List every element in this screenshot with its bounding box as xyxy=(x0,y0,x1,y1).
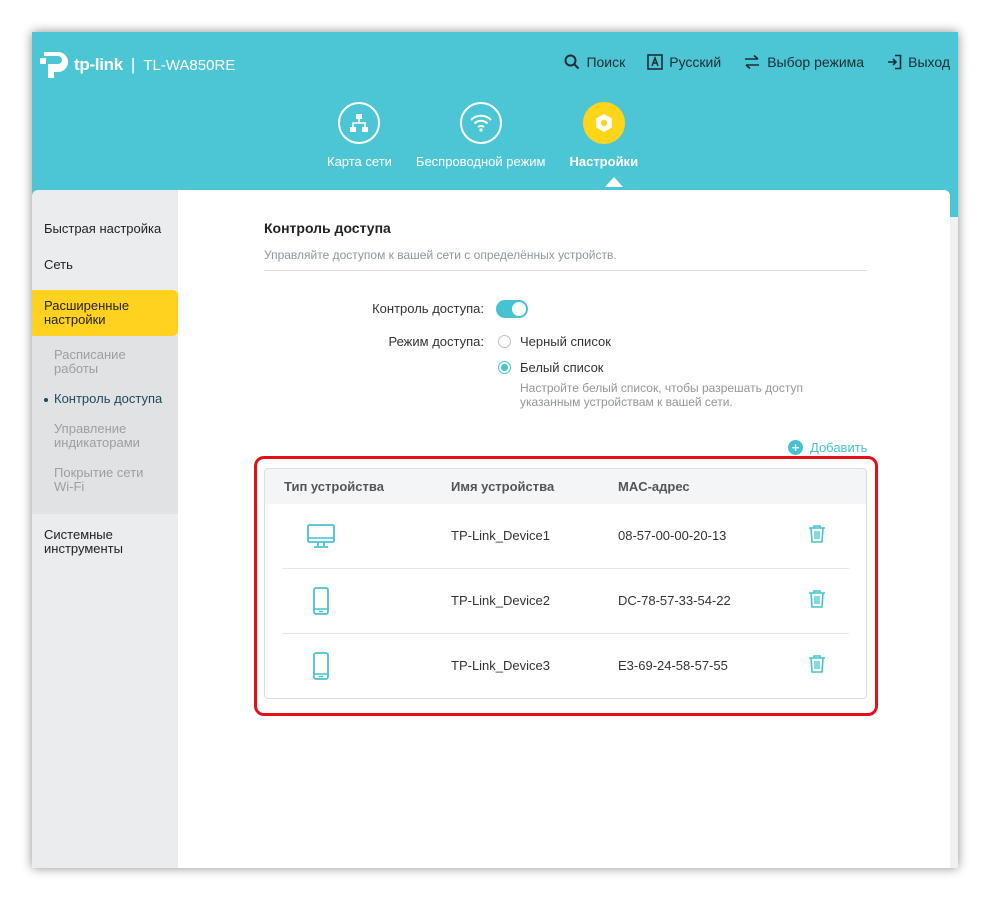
model-name: TL-WA850RE xyxy=(143,56,236,74)
mac-cell: 08-57-00-00-20-13 xyxy=(618,528,727,543)
settings-icon-circle xyxy=(582,102,625,144)
tab-settings[interactable]: Настройки xyxy=(569,102,638,169)
mode-switch-icon xyxy=(745,54,760,70)
sidebar: Быстрая настройка Сеть Расширенные настр… xyxy=(32,190,178,868)
table-row: TP-Link_Device3 E3-69-24-58-57-55 xyxy=(282,634,849,698)
column-header-device-type: Тип устройства xyxy=(284,479,384,494)
sidebar-item-system-tools[interactable]: Системные инструменты xyxy=(32,524,178,560)
device-name-cell: TP-Link_Device2 xyxy=(451,593,550,608)
table-header: Тип устройства Имя устройства MAC-адрес xyxy=(265,469,866,504)
network-map-icon-circle xyxy=(338,102,381,144)
sidebar-subitem-led-control[interactable]: Управление индикаторами xyxy=(32,422,178,466)
mode-select-link-label: Выбор режима xyxy=(767,54,865,70)
smartphone-icon xyxy=(313,587,329,615)
whitelist-hint: Настройте белый список, чтобы разрешать … xyxy=(520,381,803,409)
access-control-toggle[interactable] xyxy=(496,300,528,318)
section-divider xyxy=(264,270,867,271)
tab-wireless[interactable]: Беспроводной режим xyxy=(415,102,546,169)
tab-network-map-label: Карта сети xyxy=(327,154,392,169)
page-subtitle: Управляйте доступом к вашей сети с опред… xyxy=(264,248,617,262)
sidebar-item-advanced[interactable]: Расширенные настройки xyxy=(32,290,178,336)
column-header-device-name: Имя устройства xyxy=(451,479,555,494)
tp-link-logo: tp-link | TL-WA850RE xyxy=(40,50,235,80)
mac-cell: DC-78-57-33-54-22 xyxy=(618,593,731,608)
active-tab-caret xyxy=(605,177,623,187)
whitelist-radio-dot xyxy=(498,361,511,374)
mac-cell: E3-69-24-58-57-55 xyxy=(618,658,728,673)
tab-network-map[interactable]: Карта сети xyxy=(327,102,392,169)
sidebar-subitem-schedule[interactable]: Расписание работы xyxy=(32,348,178,392)
blacklist-radio-dot xyxy=(498,335,511,348)
tab-settings-label: Настройки xyxy=(569,154,639,169)
search-link-label: Поиск xyxy=(586,54,626,70)
table-row: TP-Link_Device2 DC-78-57-33-54-22 xyxy=(282,569,849,634)
search-link[interactable]: Поиск xyxy=(564,54,625,70)
access-mode-label: Режим доступа: xyxy=(388,334,485,349)
whitelist-radio[interactable]: Белый список xyxy=(498,360,604,375)
sidebar-item-quick-setup[interactable]: Быстрая настройка xyxy=(32,218,178,240)
brand-separator: | xyxy=(130,55,136,74)
wifi-icon xyxy=(469,114,492,132)
sidebar-item-network[interactable]: Сеть xyxy=(32,254,178,276)
add-device-label: Добавить xyxy=(810,440,868,455)
top-links: Поиск Русский Выбор режима Выход xyxy=(542,54,950,70)
sidebar-subitem-access-control[interactable]: Контроль доступа xyxy=(32,392,178,422)
add-plus-icon: + xyxy=(788,440,803,455)
main-nav-tabs: Карта сети Беспроводной режим Настройки xyxy=(327,102,662,169)
desktop-icon xyxy=(307,524,335,548)
content-panel: Контроль доступа Управляйте доступом к в… xyxy=(178,190,950,868)
device-name-cell: TP-Link_Device1 xyxy=(451,528,550,543)
column-header-mac: MAC-адрес xyxy=(618,479,690,494)
language-link-label: Русский xyxy=(669,54,722,70)
tp-link-logo-icon xyxy=(40,52,68,78)
smartphone-icon xyxy=(313,652,329,680)
access-control-label: Контроль доступа: xyxy=(372,301,484,316)
mode-select-link[interactable]: Выбор режима xyxy=(743,54,864,70)
wifi-icon-circle xyxy=(459,102,502,144)
logout-link[interactable]: Выход xyxy=(886,54,950,70)
settings-gear-icon xyxy=(595,114,612,132)
delete-trash-icon[interactable] xyxy=(808,524,826,544)
language-icon xyxy=(647,54,664,70)
delete-trash-icon[interactable] xyxy=(808,654,826,674)
device-name-cell: TP-Link_Device3 xyxy=(451,658,550,673)
add-device-button[interactable]: + Добавить xyxy=(788,440,867,455)
brand-name: tp-link xyxy=(74,55,123,74)
tab-wireless-label: Беспроводной режим xyxy=(415,154,546,169)
sidebar-submenu-advanced: Расписание работы Контроль доступа Управ… xyxy=(32,336,178,514)
delete-trash-icon[interactable] xyxy=(808,589,826,609)
toggle-knob xyxy=(512,302,526,316)
network-map-icon xyxy=(350,114,369,132)
access-list-table: Тип устройства Имя устройства MAC-адрес … xyxy=(264,468,867,699)
blacklist-radio[interactable]: Черный список xyxy=(498,334,611,349)
sidebar-subitem-wifi-coverage[interactable]: Покрытие сети Wi-Fi xyxy=(32,466,178,510)
whitelist-radio-label: Белый список xyxy=(520,360,604,375)
logout-icon xyxy=(888,54,902,70)
language-link[interactable]: Русский xyxy=(647,54,721,70)
table-row: TP-Link_Device1 08-57-00-00-20-13 xyxy=(282,504,849,569)
search-icon xyxy=(564,54,580,70)
router-admin-window: tp-link | TL-WA850RE Поиск Русский Выбор… xyxy=(32,32,958,868)
page-title: Контроль доступа xyxy=(264,220,391,236)
blacklist-radio-label: Черный список xyxy=(520,334,611,349)
logout-link-label: Выход xyxy=(908,54,950,70)
